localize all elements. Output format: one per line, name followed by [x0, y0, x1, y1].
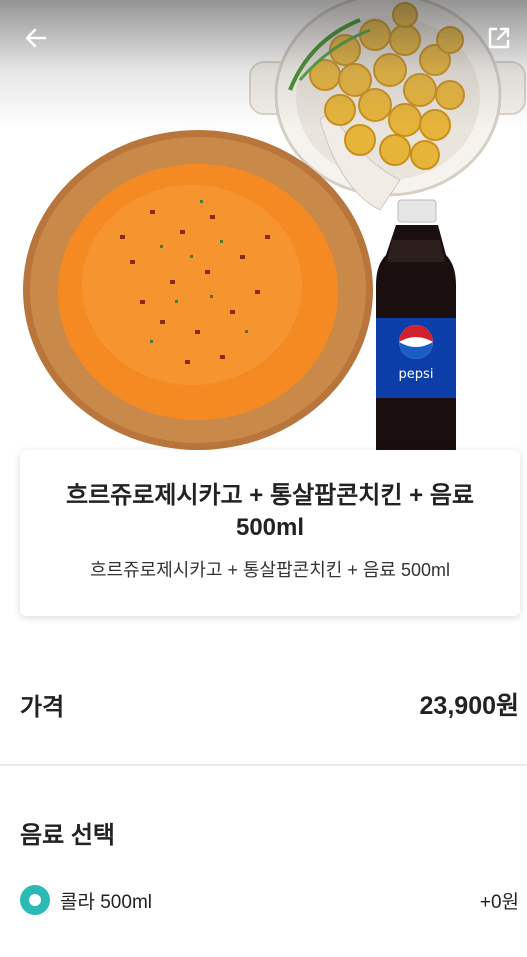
section-divider: [0, 764, 527, 766]
arrow-left-icon: [25, 28, 47, 48]
radio-selected-icon[interactable]: [20, 885, 50, 915]
product-description: 흐르쥬로제시카고 + 통살팝콘치킨 + 음료 500ml: [89, 560, 450, 580]
product-title: 흐르쥬로제시카고 + 통살팝콘치킨 + 음료 500ml: [66, 482, 474, 541]
drink-option-label: 콜라 500ml: [60, 891, 152, 913]
price-row: 가격 23,900원: [20, 686, 519, 722]
drink-option-cola[interactable]: 콜라 500ml +0원: [20, 884, 519, 916]
drink-option-left: 콜라 500ml: [20, 885, 152, 915]
hero-top-gradient: [0, 0, 527, 130]
price-value: 23,900원: [419, 692, 519, 720]
drink-section-title: 음료 선택: [20, 822, 115, 849]
radio-dot: [29, 894, 41, 906]
pepsi-bottle-image: pepsi: [376, 199, 456, 450]
hero-image: pepsi: [0, 0, 527, 450]
back-button[interactable]: [16, 18, 56, 58]
external-link-icon: [488, 27, 510, 49]
pepsi-logo-text: pepsi: [399, 367, 434, 382]
share-button[interactable]: [479, 18, 519, 58]
pizza-image: [23, 130, 373, 450]
product-info-card: 흐르쥬로제시카고 + 통살팝콘치킨 + 음료 500ml 흐르쥬로제시카고 + …: [20, 450, 520, 616]
drink-option-price: +0원: [479, 891, 519, 913]
price-label: 가격: [20, 693, 65, 721]
